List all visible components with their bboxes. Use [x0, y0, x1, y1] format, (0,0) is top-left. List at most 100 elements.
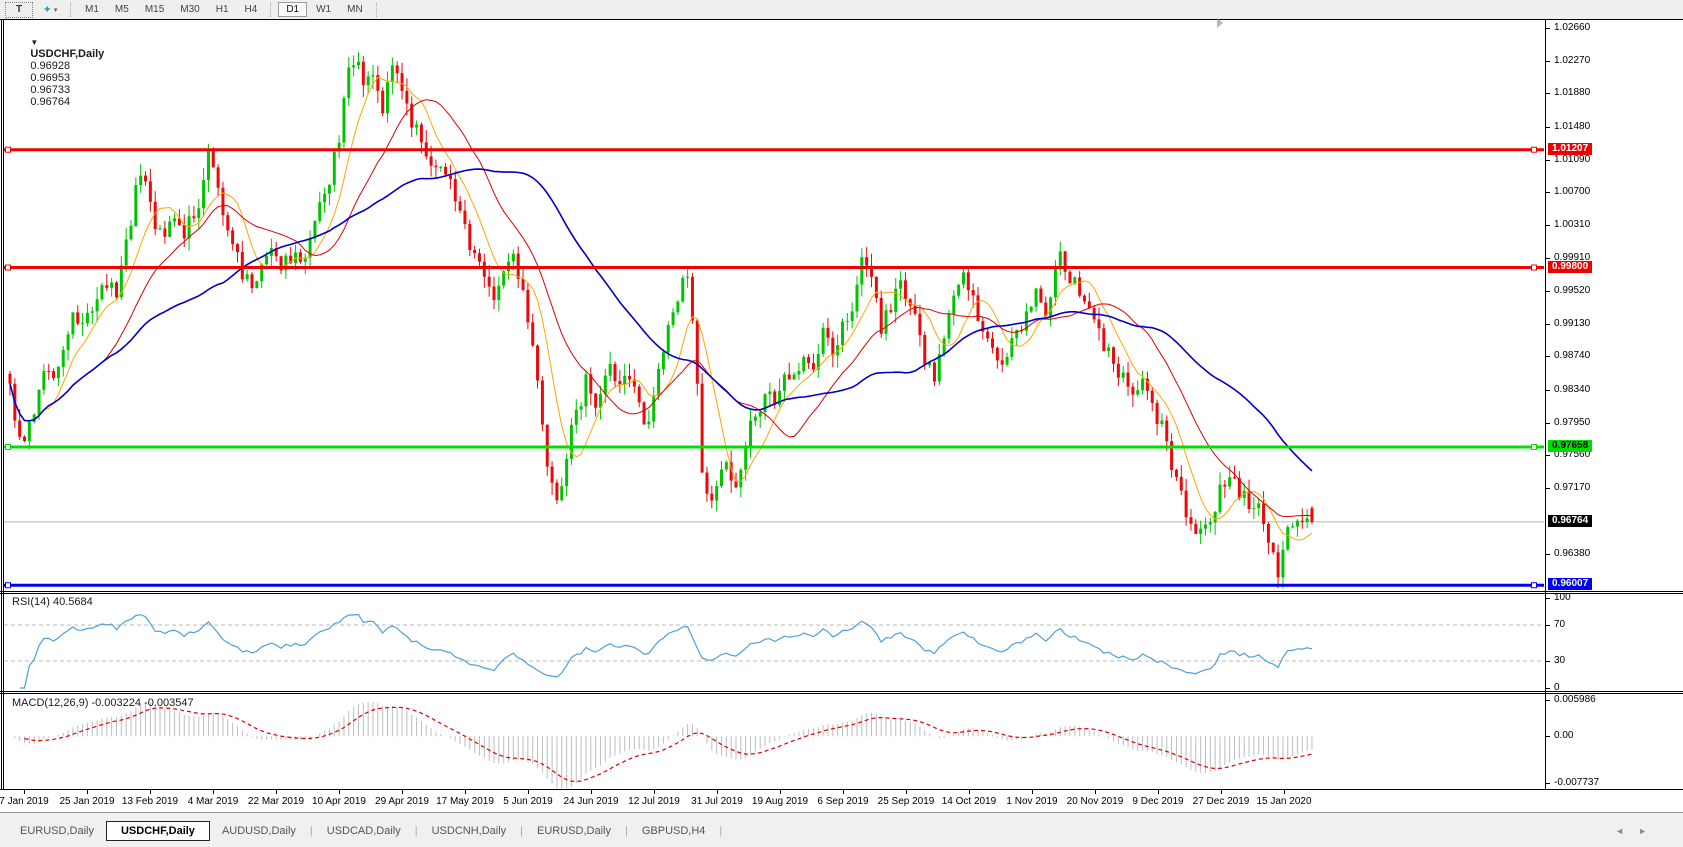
rsi-indicator-chart[interactable] — [0, 593, 1545, 691]
time-axis[interactable]: 7 Jan 201925 Jan 201913 Feb 20194 Mar 20… — [0, 790, 1683, 812]
price-axis-label: 0.99520 — [1554, 285, 1590, 296]
timeframe-button-M1[interactable]: M1 — [78, 3, 106, 16]
chart-tab-USDCAD-Daily[interactable]: USDCAD,Daily — [315, 822, 413, 840]
hline-price-label: 0.96007 — [1548, 578, 1592, 590]
axis-tick — [1546, 390, 1550, 391]
ohlc-low: 0.96733 — [30, 84, 70, 96]
ohlc-open: 0.96928 — [30, 60, 70, 72]
text-tool-button[interactable]: T — [5, 2, 33, 18]
timeframe-group: M1M5M15M30H1H4 D1W1MN — [77, 2, 371, 17]
time-axis-tick — [1158, 790, 1159, 794]
ohlc-close: 0.96764 — [30, 96, 70, 108]
macd-panel[interactable]: MACD(12,26,9) -0.003224 -0.003547 — [0, 694, 1545, 789]
axis-tick — [1546, 488, 1550, 489]
axis-tick — [1546, 160, 1550, 161]
time-axis-tick — [1221, 790, 1222, 794]
current-price-label: 0.96764 — [1548, 515, 1592, 527]
time-axis-tick — [276, 790, 277, 794]
axis-tick — [1546, 28, 1550, 29]
price-axis-label: 0.99130 — [1554, 318, 1590, 329]
time-axis-tick — [150, 790, 151, 794]
price-axis-label: 1.01090 — [1554, 154, 1590, 165]
tabs-right-arrow-icon[interactable]: ► — [1638, 826, 1661, 836]
timeframe-button-W1[interactable]: W1 — [309, 3, 338, 16]
time-axis-tick — [339, 790, 340, 794]
chart-dropdown-caret-icon[interactable]: ▼ — [30, 38, 38, 47]
tab-separator: | — [308, 825, 315, 837]
chart-tab-EURUSD-Daily[interactable]: EURUSD,Daily — [525, 822, 623, 840]
time-axis-tick — [717, 790, 718, 794]
time-axis-tick — [1095, 790, 1096, 794]
chart-tab-GBPUSD-H4[interactable]: GBPUSD,H4 — [630, 822, 718, 840]
timeframe-button-H1[interactable]: H1 — [209, 3, 236, 16]
timeframe-button-MN[interactable]: MN — [340, 3, 370, 16]
axis-tick — [1546, 356, 1550, 357]
time-axis-tick — [1032, 790, 1033, 794]
axis-tick — [1546, 93, 1550, 94]
price-axis-label: 1.02270 — [1554, 55, 1590, 66]
moving-average-ma_mid — [10, 100, 1312, 517]
toolbar: T ✦ ▾ M1M5M15M30H1H4 D1W1MN — [0, 0, 1683, 20]
tab-scroll-arrows[interactable]: ◄► — [1615, 826, 1661, 836]
macd-axis-label: 0.00 — [1554, 730, 1573, 741]
axis-tick — [1546, 258, 1550, 259]
chart-tab-AUDUSD-Daily[interactable]: AUDUSD,Daily — [210, 822, 308, 840]
time-axis-tick — [906, 790, 907, 794]
time-axis-label: 15 Jan 2020 — [1244, 796, 1324, 807]
time-axis-tick — [654, 790, 655, 794]
timeframe-button-H4[interactable]: H4 — [238, 3, 265, 16]
axis-tick — [1546, 291, 1550, 292]
macd-indicator-chart[interactable] — [0, 694, 1545, 789]
axis-tick — [1546, 688, 1550, 689]
price-axis-label: 0.96380 — [1554, 548, 1590, 559]
plot-border-left — [3, 19, 4, 790]
scroll-to-end-marker[interactable] — [1217, 18, 1223, 28]
price-axis-label: 0.97170 — [1554, 482, 1590, 493]
toolbar-separator — [70, 3, 72, 17]
axis-tick — [1546, 661, 1550, 662]
price-axis-label: 1.02660 — [1554, 22, 1590, 33]
moving-average-ma_fast — [10, 78, 1312, 541]
objects-tool-button[interactable]: ✦ ▾ — [37, 3, 63, 17]
time-axis-tick — [24, 790, 25, 794]
price-axis-label: 1.00700 — [1554, 186, 1590, 197]
timeframe-button-M30[interactable]: M30 — [173, 3, 206, 16]
main-chart-panel[interactable]: ▼ USDCHF,Daily 0.96928 0.96953 0.96733 0… — [0, 20, 1545, 591]
macd-axis-label: 0.005986 — [1554, 694, 1596, 705]
time-axis-tick — [402, 790, 403, 794]
panel-separator[interactable] — [0, 693, 1683, 694]
timeframe-button-M5[interactable]: M5 — [108, 3, 136, 16]
rsi-panel[interactable]: RSI(14) 40.5684 — [0, 593, 1545, 691]
price-axis-label: 0.97950 — [1554, 417, 1590, 428]
panel-separator[interactable] — [0, 593, 1683, 594]
axis-tick — [1546, 324, 1550, 325]
window-border-left — [1, 19, 2, 790]
axis-tick — [1546, 625, 1550, 626]
axis-tick — [1546, 61, 1550, 62]
chart-tab-EURUSD-Daily[interactable]: EURUSD,Daily — [8, 822, 106, 840]
candlestick-chart[interactable] — [0, 20, 1545, 591]
chart-tab-USDCNH-Daily[interactable]: USDCNH,Daily — [420, 822, 519, 840]
tabs-left-arrow-icon[interactable]: ◄ — [1615, 826, 1638, 836]
axis-tick — [1546, 455, 1550, 456]
objects-dropdown-caret-icon[interactable]: ▾ — [54, 6, 58, 14]
tab-separator: | — [518, 825, 525, 837]
chart-tab-USDCHF-Daily[interactable]: USDCHF,Daily — [106, 821, 210, 841]
panel-separator[interactable] — [0, 591, 1683, 592]
chart-tab-bar: EURUSD,DailyUSDCHF,DailyAUDUSD,Daily|USD… — [0, 812, 1683, 847]
panel-separator[interactable] — [0, 691, 1683, 692]
tab-separator: | — [623, 825, 630, 837]
price-axis-label: 1.01880 — [1554, 87, 1590, 98]
axis-tick — [1546, 736, 1550, 737]
timeframe-button-M15[interactable]: M15 — [138, 3, 171, 16]
macd-label: MACD(12,26,9) -0.003224 -0.003547 — [12, 697, 194, 709]
axis-tick — [1546, 554, 1550, 555]
macd-axis-label: -0.007737 — [1554, 777, 1599, 788]
axis-tick — [1546, 423, 1550, 424]
rsi-label: RSI(14) 40.5684 — [12, 596, 93, 608]
timeframe-button-D1[interactable]: D1 — [278, 2, 307, 17]
axis-tick — [1546, 192, 1550, 193]
moving-average-ma_slow — [10, 169, 1312, 471]
price-axis-label: 1.01480 — [1554, 121, 1590, 132]
axis-tick — [1546, 598, 1550, 599]
